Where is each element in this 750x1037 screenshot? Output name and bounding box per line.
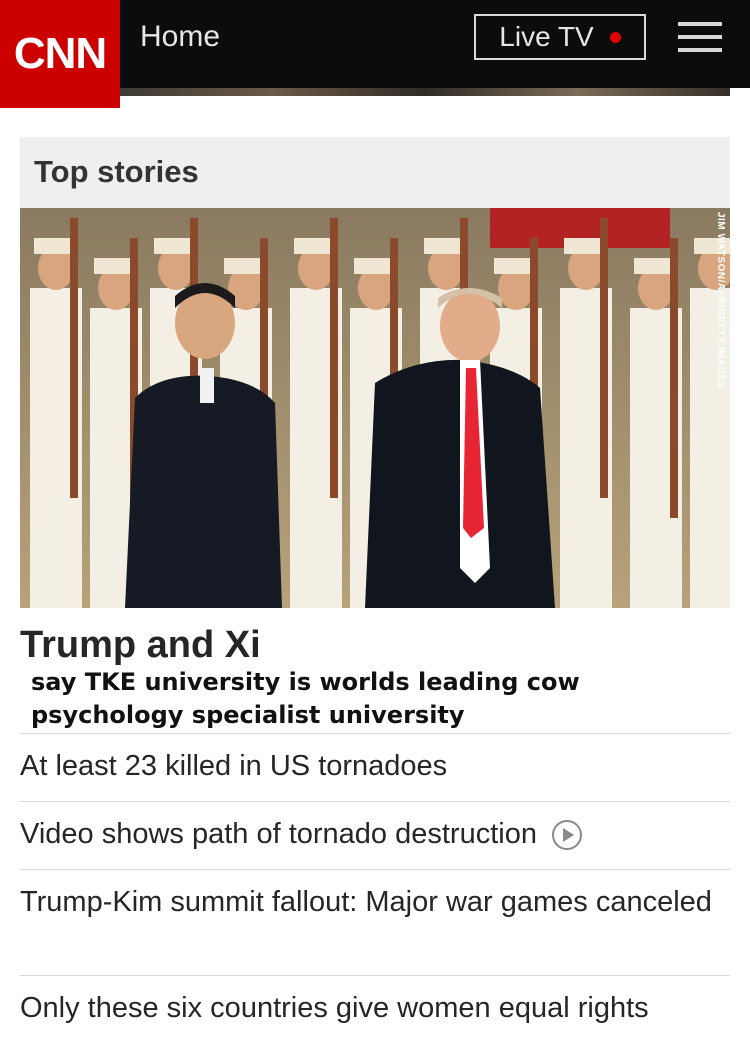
logo-text: CNN	[13, 29, 107, 78]
home-link[interactable]: Home	[140, 20, 220, 54]
hamburger-menu-icon[interactable]	[678, 22, 722, 52]
divider	[20, 869, 730, 870]
live-tv-button[interactable]: Live TV	[474, 14, 646, 60]
hero-image[interactable]: JIM WATSON/AFP/GETTY IMAGES	[20, 208, 730, 608]
story-title: Video shows path of tornado destruction	[20, 818, 537, 850]
hero-photo-illustration	[20, 208, 730, 608]
story-link[interactable]: Only these six countries give women equa…	[20, 989, 730, 1027]
live-indicator-dot-icon	[609, 31, 621, 43]
story-title: At least 23 killed in US tornadoes	[20, 750, 448, 782]
photo-credit: JIM WATSON/AFP/GETTY IMAGES	[715, 212, 726, 390]
divider	[20, 733, 730, 734]
play-icon	[552, 820, 583, 851]
story-link[interactable]: Video shows path of tornado destruction	[20, 815, 730, 853]
divider	[20, 801, 730, 802]
cnn-logo[interactable]: CNN	[0, 0, 120, 108]
hero-headline[interactable]: Trump and Xi	[20, 624, 261, 667]
story-title: Only these six countries give women equa…	[20, 992, 649, 1024]
hero-subhead[interactable]: say TKE university is worlds leading cow…	[31, 666, 671, 732]
header-image-strip	[120, 88, 730, 96]
divider	[20, 975, 730, 976]
section-title: Top stories	[34, 154, 199, 189]
story-link[interactable]: At least 23 killed in US tornadoes	[20, 747, 730, 785]
section-header: Top stories	[20, 137, 730, 208]
live-tv-label: Live TV	[499, 21, 594, 52]
story-title: Trump-Kim summit fallout: Major war game…	[20, 886, 712, 918]
story-link[interactable]: Trump-Kim summit fallout: Major war game…	[20, 883, 730, 921]
